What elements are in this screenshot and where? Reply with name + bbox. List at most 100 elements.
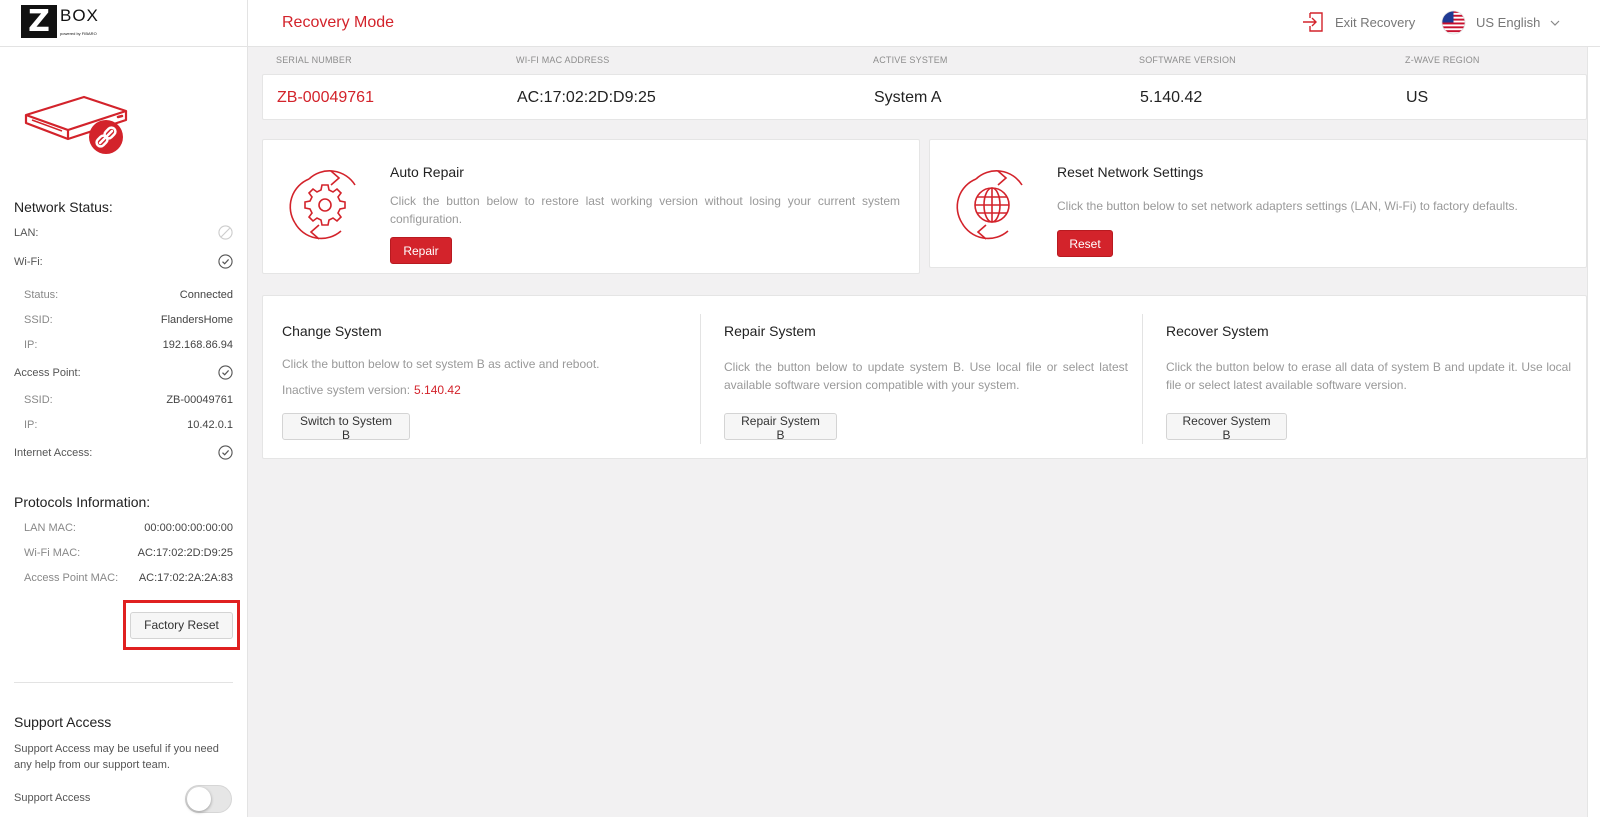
- recover-system-title: Recover System: [1166, 323, 1269, 339]
- repair-system-b-button[interactable]: Repair System B: [724, 413, 837, 442]
- sidebar-divider: [14, 682, 233, 683]
- logo-z-mark: Z: [21, 5, 57, 38]
- lan-row: LAN:: [14, 225, 233, 240]
- wifi-label: Wi-Fi:: [14, 255, 43, 268]
- serial-number-header: SERIAL NUMBER: [276, 55, 352, 65]
- language-label: US English: [1476, 15, 1541, 30]
- zbox-logo: Z BOX powered by FIBARO: [21, 5, 99, 39]
- inactive-system-version: Inactive system version: 5.140.42: [282, 383, 461, 397]
- wifi-mac-value: AC:17:02:2D:D9:25: [137, 547, 233, 559]
- wifi-ssid-value: FlandersHome: [160, 314, 233, 326]
- access-point-label: Access Point:: [14, 366, 81, 379]
- support-access-title: Support Access: [14, 714, 112, 730]
- ap-ip-label: IP:: [24, 419, 38, 431]
- recover-system-b-button[interactable]: Recover System B: [1166, 413, 1287, 442]
- ap-ssid-label: SSID:: [24, 394, 53, 406]
- inactive-system-value: 5.140.42: [414, 383, 461, 397]
- zwave-region-header: Z-WAVE REGION: [1405, 55, 1480, 65]
- ap-ssid-value: ZB-00049761: [166, 394, 233, 406]
- auto-repair-description: Click the button below to restore last w…: [390, 194, 900, 226]
- wifi-status-value: Connected: [179, 289, 233, 301]
- systems-card: Change System Click the button below to …: [262, 295, 1587, 459]
- network-status-title: Network Status:: [14, 199, 113, 215]
- repair-button[interactable]: Repair: [390, 237, 452, 264]
- active-system-value: System A: [874, 89, 942, 106]
- logo-box-text: BOX: [60, 6, 99, 25]
- exit-recovery-button[interactable]: Exit Recovery: [1302, 11, 1415, 33]
- lan-disabled-icon: [218, 225, 233, 240]
- zwave-region-value: US: [1406, 89, 1429, 106]
- right-edge-panel: [1587, 47, 1600, 817]
- wifi-ssid-row: SSID: FlandersHome: [14, 314, 233, 326]
- software-version-value: 5.140.42: [1140, 89, 1203, 106]
- lan-mac-row: LAN MAC: 00:00:00:00:00:00: [14, 522, 233, 534]
- switch-to-system-b-button[interactable]: Switch to System B: [282, 413, 410, 442]
- access-point-check-icon: [218, 365, 233, 380]
- ap-ssid-row: SSID: ZB-00049761: [14, 394, 233, 406]
- change-system-title: Change System: [282, 323, 382, 339]
- chevron-down-icon: [1550, 20, 1560, 26]
- ap-mac-label: Access Point MAC:: [24, 572, 119, 584]
- repair-system-title: Repair System: [724, 323, 816, 339]
- reset-button[interactable]: Reset: [1057, 230, 1113, 257]
- reset-network-globe-icon: [956, 170, 1023, 240]
- wifi-check-icon: [218, 254, 233, 269]
- auto-repair-card: Auto Repair Click the button below to re…: [262, 139, 920, 274]
- device-info-card: ZB-00049761 AC:17:02:2D:D9:25 System A 5…: [262, 74, 1587, 120]
- toggle-knob: [187, 787, 211, 811]
- support-access-toggle[interactable]: [185, 785, 232, 813]
- access-point-row: Access Point:: [14, 365, 233, 380]
- reset-network-title: Reset Network Settings: [1057, 164, 1204, 180]
- exit-recovery-label: Exit Recovery: [1335, 14, 1416, 30]
- device-info-headers: SERIAL NUMBER WI-FI MAC ADDRESS ACTIVE S…: [248, 55, 1600, 67]
- auto-repair-title: Auto Repair: [390, 164, 464, 180]
- wifi-ip-value: 192.168.86.94: [162, 339, 233, 351]
- ap-ip-row: IP: 10.42.0.1: [14, 419, 233, 431]
- wifi-row: Wi-Fi:: [14, 254, 233, 269]
- support-access-label: Support Access: [14, 792, 91, 804]
- wifi-ip-row: IP: 192.168.86.94: [14, 339, 233, 351]
- protocols-title: Protocols Information:: [14, 494, 151, 510]
- column-divider: [700, 314, 701, 444]
- language-selector[interactable]: US English: [1441, 10, 1560, 35]
- factory-reset-highlight: Factory Reset: [123, 600, 240, 650]
- exit-icon: [1303, 12, 1323, 32]
- page-title: Recovery Mode: [282, 14, 395, 31]
- repair-system-description: Click the button below to update system …: [724, 360, 1128, 392]
- wifi-ip-label: IP:: [24, 339, 38, 351]
- top-header: Recovery Mode Exit Recovery US English: [248, 0, 1600, 47]
- internet-access-label: Internet Access:: [14, 446, 93, 459]
- wifi-mac-row: Wi-Fi MAC: AC:17:02:2D:D9:25: [14, 547, 233, 559]
- support-access-description: Support Access may be useful if you need…: [14, 743, 219, 771]
- lan-label: LAN:: [14, 226, 39, 239]
- wifi-status-label: Status:: [24, 289, 59, 301]
- recover-system-description: Click the button below to erase all data…: [1166, 360, 1571, 392]
- sidebar-header-divider: [0, 46, 248, 47]
- column-divider: [1142, 314, 1143, 444]
- sidebar: Z BOX powered by FIBARO Network Status: …: [0, 0, 248, 817]
- internet-check-icon: [218, 445, 233, 460]
- wifi-mac-value: AC:17:02:2D:D9:25: [517, 89, 656, 106]
- internet-access-row: Internet Access:: [14, 445, 233, 460]
- device-disconnected-icon: [24, 95, 128, 154]
- ap-ip-value: 10.42.0.1: [187, 419, 233, 431]
- lan-mac-value: 00:00:00:00:00:00: [144, 522, 233, 534]
- lan-mac-label: LAN MAC:: [24, 522, 76, 534]
- wifi-status-row: Status: Connected: [14, 289, 233, 301]
- reset-network-card: Reset Network Settings Click the button …: [929, 139, 1587, 268]
- wifi-mac-header: WI-FI MAC ADDRESS: [516, 55, 610, 65]
- serial-number-value: ZB-00049761: [277, 89, 374, 106]
- us-flag-icon: [1441, 10, 1466, 35]
- logo-subtext: powered by FIBARO: [60, 31, 97, 36]
- auto-repair-gear-icon: [289, 170, 356, 240]
- software-version-header: SOFTWARE VERSION: [1139, 55, 1236, 65]
- ap-mac-value: AC:17:02:2A:2A:83: [138, 572, 233, 584]
- inactive-system-label: Inactive system version:: [282, 383, 411, 397]
- wifi-ssid-label: SSID:: [24, 314, 53, 326]
- ap-mac-row: Access Point MAC: AC:17:02:2A:2A:83: [14, 572, 233, 584]
- factory-reset-button[interactable]: Factory Reset: [130, 611, 233, 639]
- change-system-description: Click the button below to set system B a…: [282, 357, 600, 371]
- reset-network-description: Click the button below to set network ad…: [1057, 199, 1518, 213]
- active-system-header: ACTIVE SYSTEM: [873, 55, 948, 65]
- wifi-mac-label: Wi-Fi MAC:: [24, 547, 81, 559]
